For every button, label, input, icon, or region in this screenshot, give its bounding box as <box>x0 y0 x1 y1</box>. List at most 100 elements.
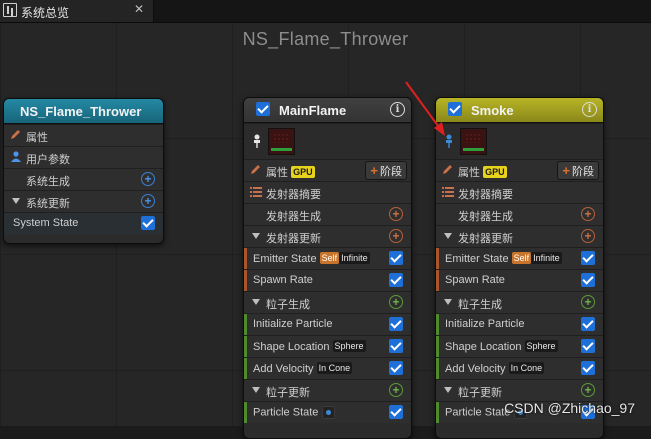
pencil-icon <box>251 165 260 174</box>
mainflame-particle-spawn-row[interactable]: 粒子生成 + <box>244 291 411 313</box>
smoke-emitter-spawn-row[interactable]: 发射器生成 + <box>436 203 603 225</box>
add-particle-update-button[interactable]: + <box>389 383 403 397</box>
smoke-initialize-particle-row[interactable]: Initialize Particle <box>436 313 603 335</box>
mainflame-emitter-state-row[interactable]: Emitter State Self Infinite <box>244 247 411 269</box>
system-node[interactable]: NS_Flame_Thrower 属性 用户参数 系统生成 + 系统更新 + S… <box>3 98 164 244</box>
add-emitter-spawn-button[interactable]: + <box>581 207 595 221</box>
add-velocity-checkbox[interactable] <box>389 361 403 375</box>
add-system-spawn-button[interactable]: + <box>141 172 155 186</box>
dynamic-input-icon[interactable] <box>322 406 336 419</box>
initialize-particle-checkbox[interactable] <box>581 317 595 331</box>
smoke-shape-location-row[interactable]: Shape Location Sphere <box>436 335 603 357</box>
add-particle-spawn-button[interactable]: + <box>581 295 595 309</box>
smoke-spawn-rate-row[interactable]: Spawn Rate <box>436 269 603 291</box>
mainflame-summary-row[interactable]: 发射器摘要 <box>244 181 411 203</box>
smoke-thumbnail-row <box>436 123 603 159</box>
mainflame-properties-row[interactable]: 属性 GPU + 阶段 <box>244 159 411 181</box>
info-icon[interactable]: i <box>582 102 597 117</box>
smoke-enable-checkbox[interactable] <box>448 102 462 116</box>
smoke-particle-spawn-row[interactable]: 粒子生成 + <box>436 291 603 313</box>
infinite-badge: Infinite <box>531 252 562 264</box>
emitter-state-checkbox[interactable] <box>389 251 403 265</box>
in-cone-badge: In Cone <box>316 362 353 374</box>
spawn-rate-checkbox[interactable] <box>389 273 403 287</box>
tab-system-overview[interactable]: 系统总览 ✕ <box>0 0 154 22</box>
mainflame-summary-label: 发射器摘要 <box>266 189 321 201</box>
spawn-rate-checkbox[interactable] <box>581 273 595 287</box>
add-stage-button[interactable]: + 阶段 <box>365 161 407 180</box>
smoke-title: Smoke <box>471 103 514 118</box>
collapse-arrow-icon[interactable] <box>444 233 452 239</box>
collapse-arrow-icon[interactable] <box>252 233 260 239</box>
system-update-row[interactable]: 系统更新 + <box>4 190 163 212</box>
add-stage-button[interactable]: + 阶段 <box>557 161 599 180</box>
smoke-add-velocity-row[interactable]: Add Velocity In Cone <box>436 357 603 379</box>
add-emitter-update-button[interactable]: + <box>389 229 403 243</box>
spawn-rate-label: Spawn Rate <box>445 274 505 286</box>
add-particle-spawn-button[interactable]: + <box>389 295 403 309</box>
mainflame-particle-state-row[interactable]: Particle State <box>244 401 411 423</box>
info-icon[interactable]: i <box>390 102 405 117</box>
shape-location-checkbox[interactable] <box>581 339 595 353</box>
system-node-header[interactable]: NS_Flame_Thrower <box>4 99 163 124</box>
initialize-particle-checkbox[interactable] <box>389 317 403 331</box>
emitter-state-checkbox[interactable] <box>581 251 595 265</box>
user-params-row[interactable]: 用户参数 <box>4 146 163 168</box>
close-icon[interactable]: ✕ <box>134 2 144 16</box>
mainflame-particle-update-row[interactable]: 粒子更新 + <box>244 379 411 401</box>
mainflame-emitter-spawn-label: 发射器生成 <box>266 211 321 223</box>
user-params-label: 用户参数 <box>26 154 70 166</box>
mainflame-title: MainFlame <box>279 103 347 118</box>
smoke-summary-label: 发射器摘要 <box>458 189 513 201</box>
collapse-arrow-icon[interactable] <box>12 198 20 204</box>
mainflame-spawn-rate-row[interactable]: Spawn Rate <box>244 269 411 291</box>
mainflame-emitter-spawn-row[interactable]: 发射器生成 + <box>244 203 411 225</box>
smoke-particle-spawn-label: 粒子生成 <box>458 299 502 311</box>
system-state-checkbox[interactable] <box>141 216 155 230</box>
particle-state-checkbox[interactable] <box>389 405 403 419</box>
system-spawn-label: 系统生成 <box>26 176 70 188</box>
sphere-badge: Sphere <box>524 340 558 352</box>
in-cone-badge: In Cone <box>508 362 545 374</box>
system-spawn-row[interactable]: 系统生成 + <box>4 168 163 190</box>
mainflame-header[interactable]: MainFlame i <box>244 98 411 123</box>
smoke-header[interactable]: Smoke i <box>436 98 603 123</box>
smoke-particle-update-row[interactable]: 粒子更新 + <box>436 379 603 401</box>
spawn-rate-label: Spawn Rate <box>253 274 313 286</box>
shape-location-checkbox[interactable] <box>389 339 403 353</box>
smoke-properties-row[interactable]: 属性 GPU + 阶段 <box>436 159 603 181</box>
watermark: CSDN @Zhichao_97 <box>504 400 635 416</box>
system-properties-row[interactable]: 属性 <box>4 124 163 146</box>
smoke-summary-row[interactable]: 发射器摘要 <box>436 181 603 203</box>
add-system-update-button[interactable]: + <box>141 194 155 208</box>
collapse-arrow-icon[interactable] <box>444 299 452 305</box>
add-emitter-spawn-button[interactable]: + <box>389 207 403 221</box>
emitter-node-mainflame[interactable]: MainFlame i 属性 GPU + 阶段 发射器摘要 发射器生成 + 发射器… <box>243 97 412 439</box>
mainflame-enable-checkbox[interactable] <box>256 102 270 116</box>
mainflame-add-velocity-row[interactable]: Add Velocity In Cone <box>244 357 411 379</box>
add-velocity-checkbox[interactable] <box>581 361 595 375</box>
smoke-emitter-state-row[interactable]: Emitter State Self Infinite <box>436 247 603 269</box>
pin-icon[interactable] <box>253 134 261 148</box>
smoke-properties-label: 属性 GPU <box>458 166 507 179</box>
add-particle-update-button[interactable]: + <box>581 383 595 397</box>
add-velocity-label: Add Velocity In Cone <box>253 362 353 375</box>
tab-bar: 系统总览 ✕ <box>0 0 651 23</box>
collapse-arrow-icon[interactable] <box>444 387 452 393</box>
mainflame-thumbnail <box>268 128 295 155</box>
smoke-thumbnail <box>460 128 487 155</box>
mainflame-emitter-update-label: 发射器更新 <box>266 233 321 245</box>
emitter-node-smoke[interactable]: Smoke i 属性 GPU + 阶段 发射器摘要 发射器生成 + 发射器更新 +… <box>435 97 604 439</box>
gpu-badge: GPU <box>483 166 507 178</box>
collapse-arrow-icon[interactable] <box>252 387 260 393</box>
smoke-emitter-update-row[interactable]: 发射器更新 + <box>436 225 603 247</box>
add-emitter-update-button[interactable]: + <box>581 229 595 243</box>
collapse-arrow-icon[interactable] <box>252 299 260 305</box>
pin-icon[interactable] <box>445 134 453 148</box>
mainflame-particle-spawn-label: 粒子生成 <box>266 299 310 311</box>
smoke-particle-update-label: 粒子更新 <box>458 387 502 399</box>
mainflame-initialize-particle-row[interactable]: Initialize Particle <box>244 313 411 335</box>
mainflame-emitter-update-row[interactable]: 发射器更新 + <box>244 225 411 247</box>
system-state-row[interactable]: System State <box>4 212 163 234</box>
mainflame-shape-location-row[interactable]: Shape Location Sphere <box>244 335 411 357</box>
